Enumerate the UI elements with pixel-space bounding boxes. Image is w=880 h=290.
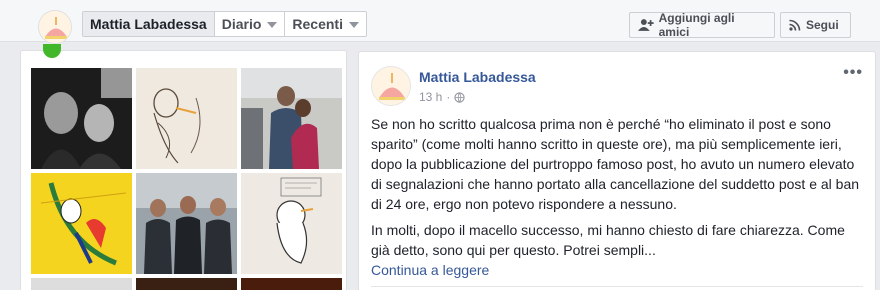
profile-nav-bar: Mattia Labadessa Diario Recenti Aggiungi… xyxy=(0,0,880,44)
photo-thumbnail[interactable] xyxy=(241,278,342,290)
post-body: Se non ho scritto qualcosa prima non è p… xyxy=(371,114,865,286)
post-timestamp[interactable]: 13 h xyxy=(419,90,442,104)
tab-profile-name[interactable]: Mattia Labadessa xyxy=(83,12,215,36)
tab-diario-label: Diario xyxy=(221,16,262,32)
photo-thumbnail[interactable] xyxy=(136,68,237,169)
globe-icon[interactable] xyxy=(454,91,465,103)
photos-panel xyxy=(20,44,347,290)
post-paragraph: In molti, dopo il macello successo, mi h… xyxy=(371,220,865,280)
post-options-button[interactable]: ••• xyxy=(843,64,863,82)
photo-thumbnail[interactable] xyxy=(136,278,237,290)
author-avatar[interactable] xyxy=(371,66,411,106)
photo-thumbnail[interactable] xyxy=(31,173,132,274)
follow-label: Segui xyxy=(806,18,839,32)
meta-separator: · xyxy=(446,90,451,104)
photo-thumbnail[interactable] xyxy=(31,68,132,169)
post-divider xyxy=(371,286,863,287)
photo-thumbnail[interactable] xyxy=(136,173,237,274)
post-card: Mattia Labadessa 13 h · ••• Se non ho sc… xyxy=(358,51,876,290)
continue-reading-link[interactable]: Continua a leggere xyxy=(371,262,489,278)
add-friend-label: Aggiungi agli amici xyxy=(658,11,735,39)
post-meta: 13 h · xyxy=(419,90,465,104)
chevron-down-icon xyxy=(348,22,359,28)
photo-thumbnail[interactable] xyxy=(31,278,132,290)
add-friend-button[interactable]: Aggiungi agli amici xyxy=(629,11,775,39)
photo-thumbnail[interactable] xyxy=(241,173,342,274)
chevron-down-icon xyxy=(267,22,278,28)
photo-thumbnail[interactable] xyxy=(241,68,342,169)
profile-tabs: Mattia Labadessa Diario Recenti xyxy=(82,11,367,37)
rss-icon xyxy=(789,19,801,31)
tab-recenti-label: Recenti xyxy=(292,16,343,32)
online-indicator xyxy=(43,44,61,58)
tab-recenti[interactable]: Recenti xyxy=(285,12,366,36)
post-paragraph-text: In molti, dopo il macello successo, mi h… xyxy=(371,222,845,258)
tab-diario[interactable]: Diario xyxy=(215,12,286,36)
tab-profile-name-label: Mattia Labadessa xyxy=(90,16,207,32)
profile-avatar[interactable] xyxy=(38,10,72,44)
add-friend-icon xyxy=(638,19,654,31)
post-author-link[interactable]: Mattia Labadessa xyxy=(419,69,536,85)
follow-button[interactable]: Segui xyxy=(780,12,851,38)
post-paragraph: Se non ho scritto qualcosa prima non è p… xyxy=(371,116,860,212)
